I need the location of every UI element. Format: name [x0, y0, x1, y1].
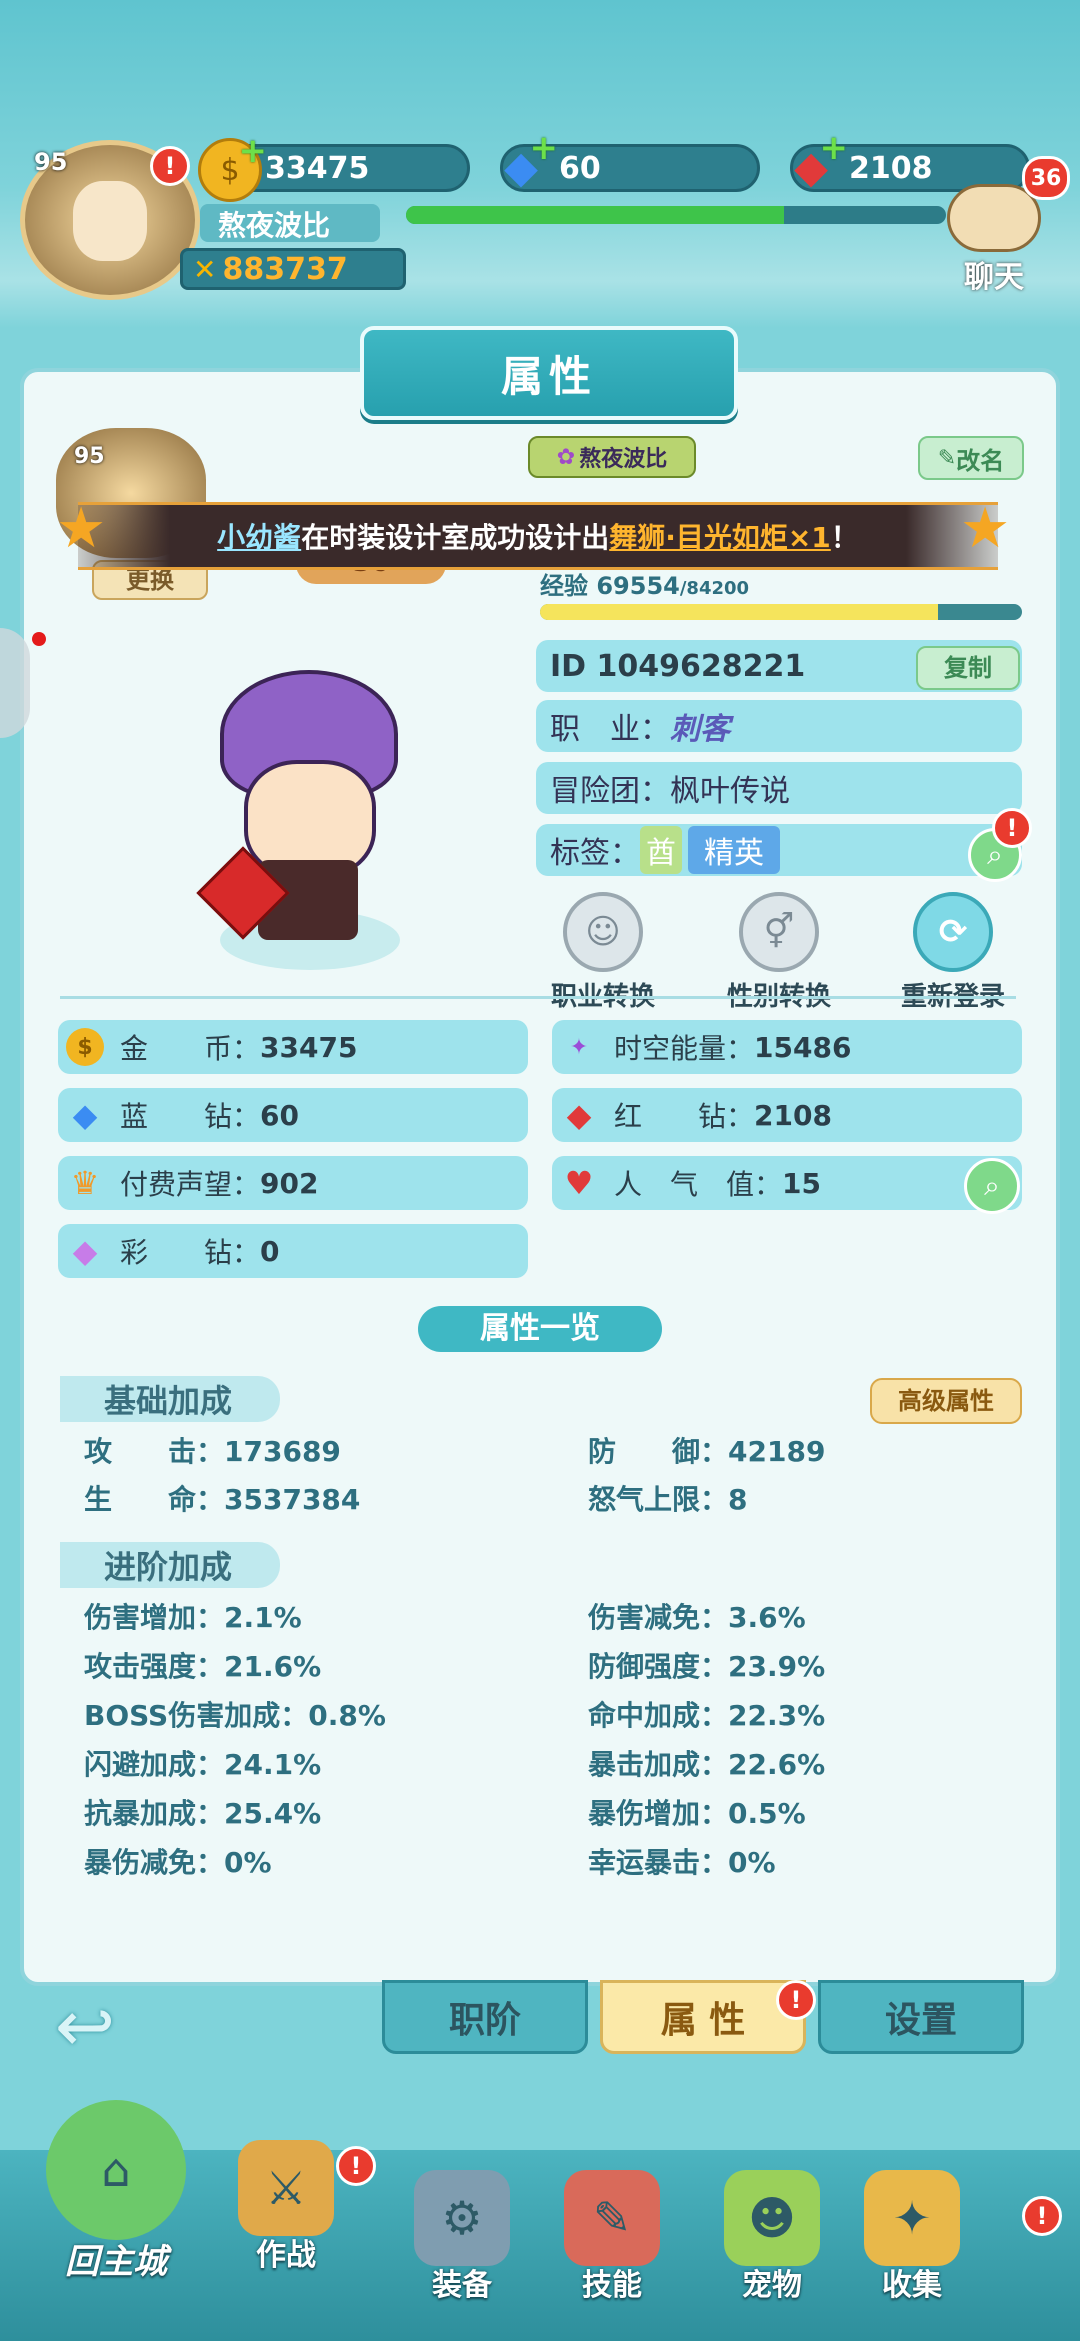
basic-bonus-header: 基础加成	[60, 1376, 280, 1422]
collection-frame-icon: ✦	[864, 2170, 960, 2266]
tab-attributes[interactable]: 属 性	[600, 1980, 806, 2054]
stat-defense: 防 御：42189	[588, 1435, 826, 1468]
blue-diamond-row: ◆ 蓝 钻： 60	[58, 1088, 528, 1142]
side-drawer-handle[interactable]	[0, 628, 30, 738]
star-left-icon: ★	[56, 496, 107, 561]
stat-attack: 攻 击：173689	[84, 1435, 341, 1468]
broadcast-item[interactable]: 舞狮·目光如炬×1	[609, 516, 831, 556]
overview-header: 属性一览	[418, 1306, 662, 1352]
flower-icon: ✿	[556, 444, 576, 470]
advanced-bonus-header: 进阶加成	[60, 1542, 280, 1588]
fame-emblem-icon: ♛	[70, 1164, 100, 1202]
chat-bubble-icon	[947, 184, 1041, 252]
job-change-icon: ☺	[563, 892, 643, 972]
crossed-swords-icon: ✕	[193, 252, 217, 286]
nav-pets[interactable]: ☻ 宠物	[712, 2170, 832, 2304]
blue-diamond-icon: ◆	[72, 1096, 98, 1134]
exp-progress-fill	[540, 604, 939, 620]
gender-change-button[interactable]: ⚥ 性别转换	[714, 892, 844, 1013]
tab-career[interactable]: 职阶	[382, 1980, 588, 2054]
combat-power: ✕ 883737	[180, 248, 406, 290]
battle-totem-icon: ⚔	[238, 2140, 334, 2236]
broadcast-banner[interactable]: 小幼酱 在时装设计室成功设计出 舞狮·目光如炬×1 ！	[78, 502, 998, 570]
exp-progress-bar	[540, 604, 1022, 620]
chat-unread-badge: 36	[1022, 156, 1070, 200]
town-island-icon: ⌂	[46, 2100, 186, 2240]
tab-attributes-badge: !	[776, 1980, 816, 2020]
blue-diamond-icon: ◆ +	[504, 128, 558, 193]
back-arrow-icon: ↩	[54, 1984, 116, 2068]
gold-coin-icon: $ +	[198, 131, 267, 202]
gender-change-icon: ⚥	[739, 892, 819, 972]
nav-skills[interactable]: ✎ 技能	[552, 2170, 672, 2304]
cannon-icon: ⚙	[414, 2170, 510, 2266]
popularity-row: ♥ 人 气 值： 15	[552, 1156, 1022, 1210]
adv-right-3: 暴击加成：22.6%	[588, 1748, 826, 1781]
guild-row[interactable]: 冒险团： 枫叶传说	[536, 762, 1022, 814]
back-button[interactable]: ↩	[30, 1984, 140, 2068]
nav-battle[interactable]: ⚔ 作战	[226, 2140, 346, 2274]
nav-more-badge: !	[1022, 2196, 1062, 2236]
page-title: 属性	[360, 326, 738, 420]
tab-settings[interactable]: 设置	[818, 1980, 1024, 2054]
rename-button[interactable]: ✎ 改名	[918, 436, 1024, 480]
crystal-icon: ✦	[569, 1034, 589, 1060]
player-name: 熬夜波比	[200, 204, 380, 242]
avatar-alert-badge: !	[150, 146, 190, 186]
red-dot-indicator	[32, 632, 46, 646]
name-tag: ✿ 熬夜波比	[528, 436, 696, 478]
nav-collection[interactable]: ✦ 收集	[852, 2170, 972, 2304]
tags-row: 标签： 酋 精英	[536, 824, 1022, 876]
job-row: 职 业： 刺客	[536, 700, 1022, 752]
player-level: 95	[34, 148, 68, 176]
adv-left-3: 闪避加成：24.1%	[84, 1748, 322, 1781]
gold-coin-icon: $	[66, 1028, 104, 1066]
red-diamond-icon: ◆	[566, 1096, 592, 1134]
exp-label: 经验 69554/84200	[540, 572, 750, 600]
job-change-button[interactable]: ☺ 职业转换	[538, 892, 668, 1013]
stat-hp: 生 命：3537384	[84, 1483, 361, 1516]
relogin-button[interactable]: ⟳ 重新登录	[888, 892, 1018, 1013]
adv-left-4: 抗暴加成：25.4%	[84, 1797, 322, 1830]
adv-left-0: 伤害增加：2.1%	[84, 1601, 302, 1634]
gold-row: $ 金 币： 33475	[58, 1020, 528, 1074]
copy-id-button[interactable]: 复制	[916, 646, 1020, 690]
tag-chief: 酋	[640, 826, 682, 874]
rainbow-diamond-icon: ◆	[72, 1232, 98, 1270]
energy-progress	[406, 206, 946, 224]
paid-fame-row: ♛ 付费声望： 902	[58, 1156, 528, 1210]
rainbow-diamond-row: ◆ 彩 钻： 0	[58, 1224, 528, 1278]
adv-left-1: 攻击强度：21.6%	[84, 1650, 322, 1683]
adv-right-1: 防御强度：23.9%	[588, 1650, 826, 1683]
tags-alert-badge: !	[992, 808, 1032, 848]
adv-right-4: 暴伤增加：0.5%	[588, 1797, 806, 1830]
popularity-search-button[interactable]: ⌕	[964, 1158, 1020, 1214]
adv-right-2: 命中加成：22.3%	[588, 1699, 826, 1732]
refresh-icon: ⟳	[913, 892, 993, 972]
edit-icon: ✎	[937, 445, 957, 471]
nav-battle-badge: !	[336, 2146, 376, 2186]
spacetime-energy-row: ✦ 时空能量： 15486	[552, 1020, 1022, 1074]
tag-elite: 精英	[688, 826, 780, 874]
nav-equipment[interactable]: ⚙ 装备	[402, 2170, 522, 2304]
character-sprite	[196, 660, 420, 980]
red-diamond-row: ◆ 红 钻： 2108	[552, 1088, 1022, 1142]
profile-avatar-level: 95	[74, 444, 105, 469]
adv-left-5: 暴伤减免：0%	[84, 1846, 272, 1879]
spellbook-icon: ✎	[564, 2170, 660, 2266]
search-icon: ⌕	[984, 1169, 1000, 1202]
pet-slime-icon: ☻	[724, 2170, 820, 2266]
stat-rage-cap: 怒气上限：8	[588, 1483, 748, 1516]
star-right-icon: ★	[960, 496, 1011, 561]
adv-right-0: 伤害减免：3.6%	[588, 1601, 806, 1634]
divider	[60, 996, 1016, 999]
advanced-attributes-button[interactable]: 高级属性	[870, 1378, 1022, 1424]
broadcast-user[interactable]: 小幼酱	[217, 516, 301, 556]
heart-icon: ♥	[564, 1164, 594, 1202]
adv-right-5: 幸运暴击：0%	[588, 1846, 776, 1879]
nav-home-town[interactable]: ⌂ 回主城	[36, 2100, 196, 2283]
red-diamond-icon: ◆ +	[794, 128, 848, 193]
adv-left-2: BOSS伤害加成：0.8%	[84, 1699, 386, 1732]
